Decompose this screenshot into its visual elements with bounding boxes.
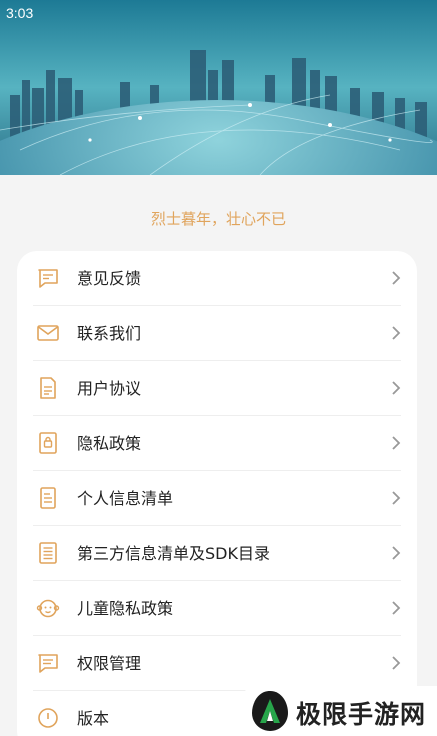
menu-item-permission-management[interactable]: 权限管理 — [17, 636, 417, 691]
feedback-icon — [38, 269, 58, 288]
menu-item-feedback[interactable]: 意见反馈 — [17, 251, 417, 306]
privacy-lock-icon — [39, 432, 57, 454]
chevron-right-icon — [392, 381, 401, 395]
menu-item-third-party-sdk[interactable]: 第三方信息清单及SDK目录 — [17, 526, 417, 581]
slogan-text: 烈士暮年，壮心不已 — [150, 210, 286, 228]
watermark-text: 极限手游网 — [296, 700, 427, 729]
chevron-right-icon — [392, 491, 401, 505]
mail-icon — [37, 325, 59, 341]
brand-logo-icon — [252, 691, 288, 731]
chevron-right-icon — [392, 326, 401, 340]
city-globe-illustration — [0, 0, 437, 175]
list-icon — [40, 487, 56, 509]
chevron-right-icon — [392, 601, 401, 615]
menu-item-personal-info-list[interactable]: 个人信息清单 — [17, 471, 417, 526]
chevron-right-icon — [392, 436, 401, 450]
header-banner: 3:03 — [0, 0, 437, 175]
menu-item-user-agreement[interactable]: 用户协议 — [17, 361, 417, 416]
menu-item-privacy-policy[interactable]: 隐私政策 — [17, 416, 417, 471]
child-face-icon — [36, 599, 60, 618]
menu-item-contact-us[interactable]: 联系我们 — [17, 306, 417, 361]
menu-item-child-privacy[interactable]: 儿童隐私政策 — [17, 581, 417, 636]
menu-item-label: 第三方信息清单及SDK目录 — [77, 544, 270, 563]
menu-item-label: 儿童隐私政策 — [77, 599, 174, 618]
watermark-banner: 极限手游网 — [238, 686, 437, 736]
menu-item-label: 联系我们 — [77, 324, 142, 343]
menu-item-label: 版本 — [77, 709, 110, 728]
chevron-right-icon — [392, 546, 401, 560]
menu-item-label: 意见反馈 — [77, 269, 142, 288]
menu-item-label: 个人信息清单 — [77, 489, 174, 508]
document-icon — [40, 377, 56, 399]
permission-icon — [38, 654, 58, 673]
chevron-right-icon — [392, 271, 401, 285]
menu-item-label: 权限管理 — [77, 654, 142, 673]
chevron-right-icon — [392, 656, 401, 670]
status-bar-time: 3:03 — [6, 5, 34, 21]
info-icon — [38, 708, 58, 728]
menu-item-label: 用户协议 — [77, 379, 142, 398]
menu-card: 意见反馈 联系我们 用户协议 隐私政策 个人信息清单 第三方信息清单及SDK目录… — [17, 251, 417, 736]
catalog-icon — [39, 542, 57, 564]
menu-item-label: 隐私政策 — [77, 434, 142, 453]
